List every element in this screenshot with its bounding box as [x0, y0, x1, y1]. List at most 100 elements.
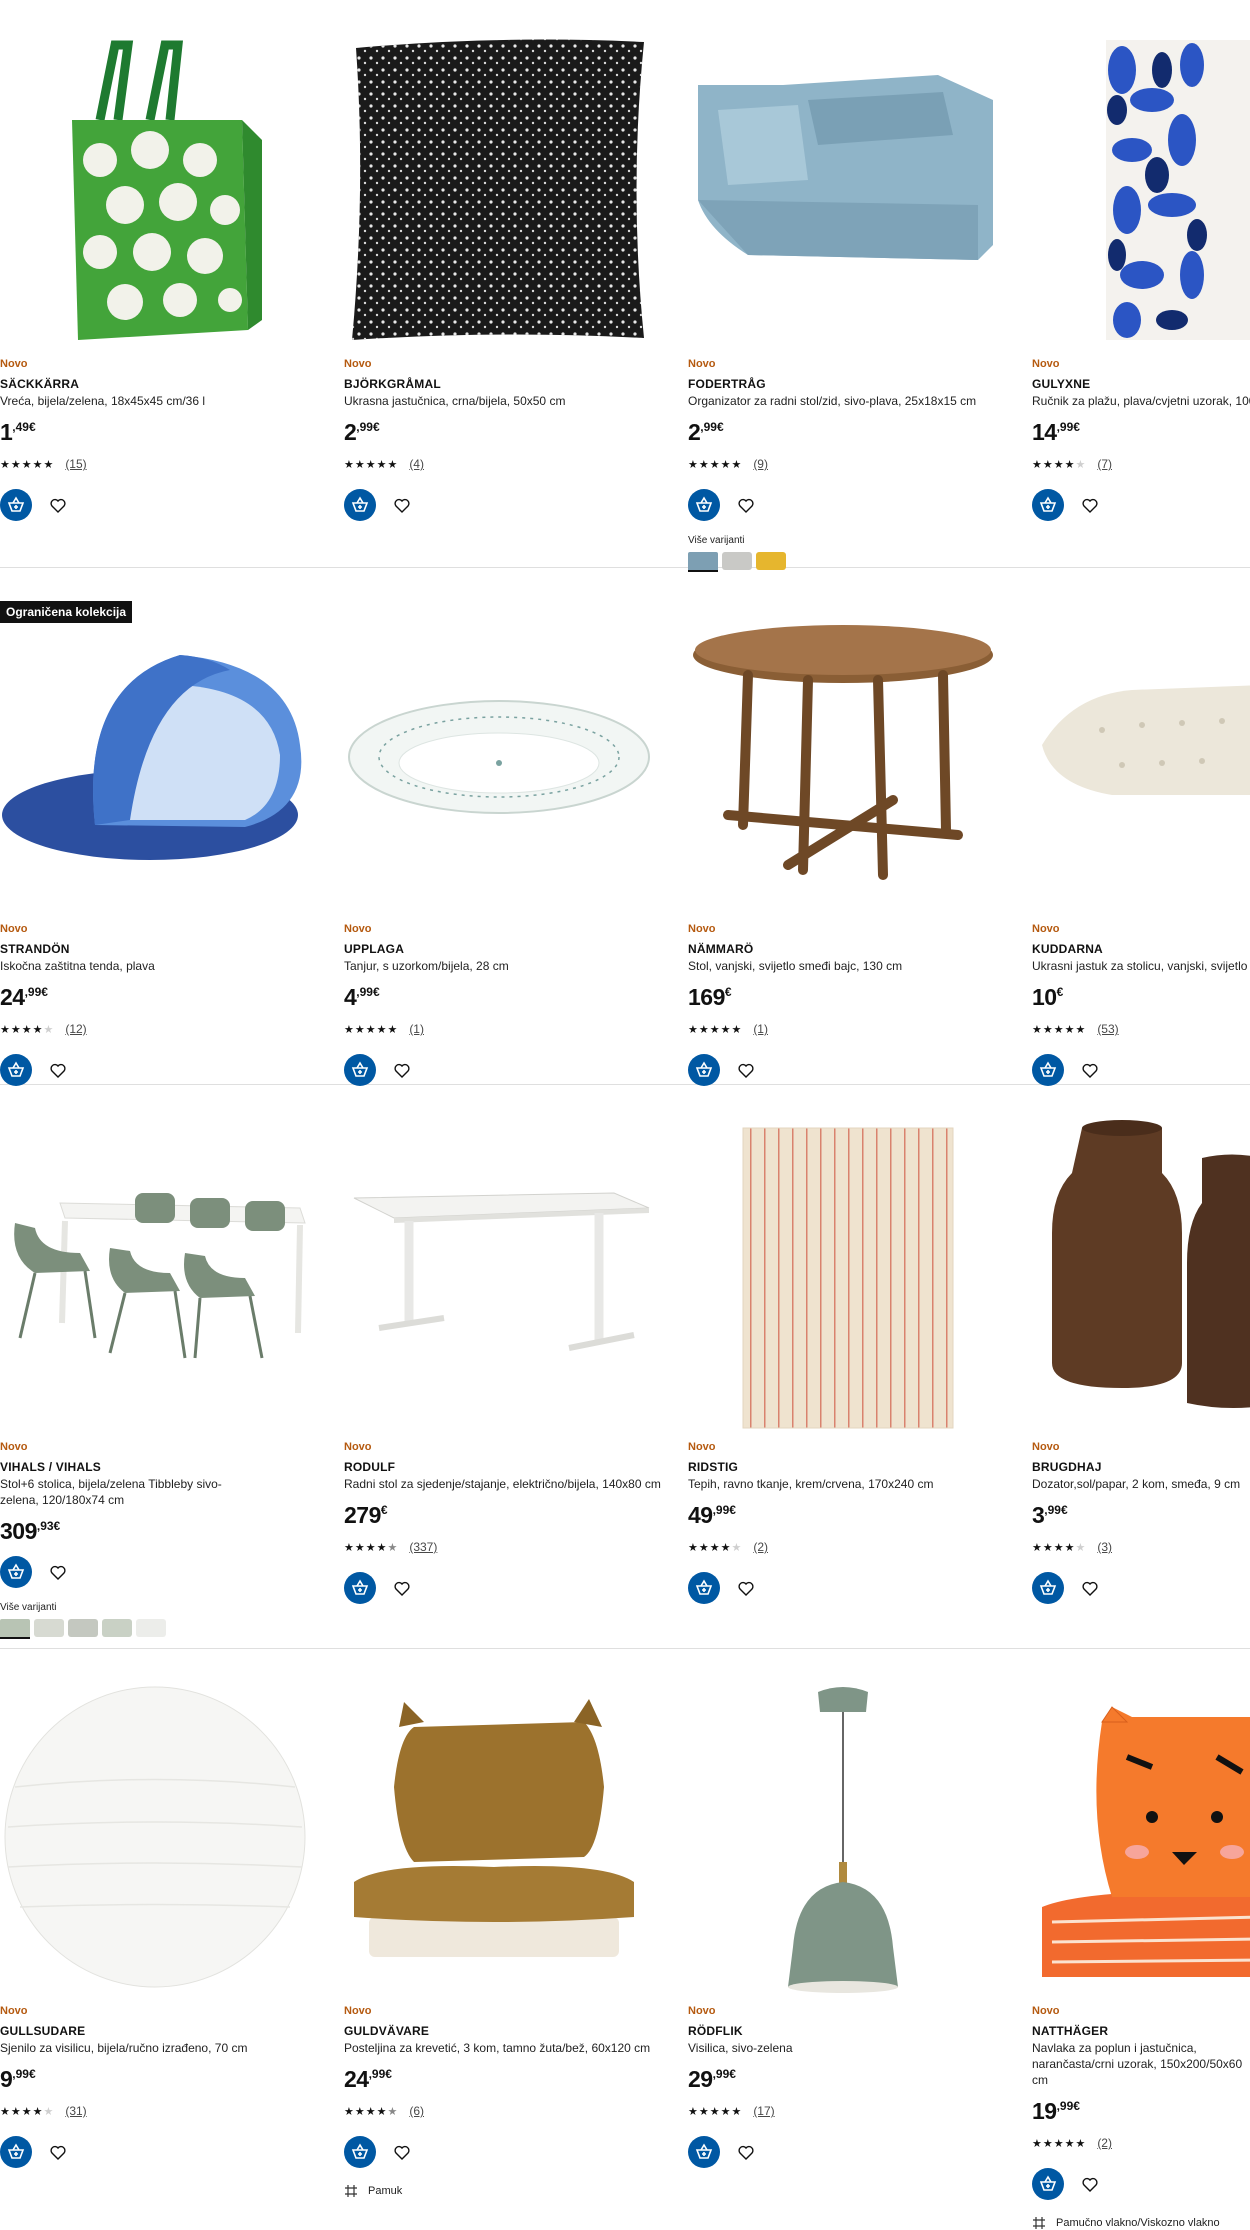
add-to-cart-button[interactable]	[344, 1572, 376, 1604]
product-name[interactable]: SÄCKKÄRRA	[0, 377, 360, 391]
rating[interactable]: ★★★★★ (31)	[0, 2104, 360, 2118]
rating[interactable]: ★★★★★ (53)	[1032, 1022, 1250, 1036]
rating[interactable]: ★★★★★ (1)	[344, 1022, 704, 1036]
favourite-button[interactable]	[392, 495, 412, 515]
variant-swatch[interactable]	[688, 552, 718, 572]
favourite-button[interactable]	[736, 1578, 756, 1598]
review-count[interactable]: (7)	[1097, 457, 1112, 471]
product-image[interactable]	[0, 30, 310, 350]
review-count[interactable]: (4)	[409, 457, 424, 471]
product-name[interactable]: NATTHÄGER	[1032, 2024, 1250, 2038]
favourite-button[interactable]	[48, 495, 68, 515]
product-image[interactable]	[344, 1677, 654, 1997]
rating[interactable]: ★★★★★ (4)	[344, 457, 704, 471]
product-name[interactable]: GULYXNE	[1032, 377, 1250, 391]
favourite-button[interactable]	[1080, 495, 1100, 515]
add-to-cart-button[interactable]	[688, 1054, 720, 1086]
review-count[interactable]: (3)	[1097, 1540, 1112, 1554]
favourite-button[interactable]	[48, 2142, 68, 2162]
add-to-cart-button[interactable]	[1032, 1572, 1064, 1604]
product-name[interactable]: VIHALS / VIHALS	[0, 1460, 360, 1474]
product-name[interactable]: FODERTRÅG	[688, 377, 1048, 391]
add-to-cart-button[interactable]	[1032, 1054, 1064, 1086]
variant-swatch[interactable]	[722, 552, 752, 570]
product-image[interactable]	[1032, 30, 1250, 350]
product-image[interactable]	[344, 595, 654, 915]
review-count[interactable]: (6)	[409, 2104, 424, 2118]
variant-swatch[interactable]	[102, 1619, 132, 1637]
rating[interactable]: ★★★★★ (1)	[688, 1022, 1048, 1036]
variant-swatch[interactable]	[0, 1619, 30, 1639]
product-image[interactable]	[0, 1677, 310, 1997]
product-name[interactable]: UPPLAGA	[344, 942, 704, 956]
review-count[interactable]: (17)	[753, 2104, 774, 2118]
review-count[interactable]: (53)	[1097, 1022, 1118, 1036]
variant-swatch[interactable]	[34, 1619, 64, 1637]
favourite-button[interactable]	[736, 2142, 756, 2162]
rating[interactable]: ★★★★★ (2)	[1032, 2136, 1250, 2150]
product-image[interactable]	[688, 595, 998, 915]
product-name[interactable]: GULDVÄVARE	[344, 2024, 704, 2038]
review-count[interactable]: (1)	[753, 1022, 768, 1036]
rating[interactable]: ★★★★★ (17)	[688, 2104, 1048, 2118]
add-to-cart-button[interactable]	[1032, 2168, 1064, 2200]
add-to-cart-button[interactable]	[344, 489, 376, 521]
product-image[interactable]	[0, 1113, 310, 1433]
review-count[interactable]: (31)	[65, 2104, 86, 2118]
rating[interactable]: ★★★★★ (2)	[688, 1540, 1048, 1554]
product-name[interactable]: NÄMMARÖ	[688, 942, 1048, 956]
add-to-cart-button[interactable]	[344, 2136, 376, 2168]
favourite-button[interactable]	[48, 1060, 68, 1080]
variant-swatch[interactable]	[68, 1619, 98, 1637]
favourite-button[interactable]	[392, 2142, 412, 2162]
review-count[interactable]: (2)	[1097, 2136, 1112, 2150]
product-image[interactable]	[688, 30, 998, 350]
review-count[interactable]: (1)	[409, 1022, 424, 1036]
add-to-cart-button[interactable]	[1032, 489, 1064, 521]
add-to-cart-button[interactable]	[344, 1054, 376, 1086]
variant-swatch[interactable]	[136, 1619, 166, 1637]
review-count[interactable]: (337)	[409, 1540, 437, 1554]
rating[interactable]: ★★★★★ (9)	[688, 457, 1048, 471]
add-to-cart-button[interactable]	[688, 2136, 720, 2168]
product-image[interactable]	[1032, 1113, 1250, 1433]
review-count[interactable]: (12)	[65, 1022, 86, 1036]
product-image[interactable]	[688, 1677, 998, 1997]
product-image[interactable]	[688, 1113, 998, 1433]
favourite-button[interactable]	[48, 1562, 68, 1582]
review-count[interactable]: (2)	[753, 1540, 768, 1554]
favourite-button[interactable]	[736, 1060, 756, 1080]
rating[interactable]: ★★★★★ (3)	[1032, 1540, 1250, 1554]
product-image[interactable]	[344, 30, 654, 350]
add-to-cart-button[interactable]	[0, 2136, 32, 2168]
variant-swatch[interactable]	[756, 552, 786, 570]
add-to-cart-button[interactable]	[0, 1556, 32, 1588]
favourite-button[interactable]	[1080, 1060, 1100, 1080]
product-name[interactable]: KUDDARNA	[1032, 942, 1250, 956]
product-name[interactable]: GULLSUDARE	[0, 2024, 360, 2038]
product-name[interactable]: RIDSTIG	[688, 1460, 1048, 1474]
review-count[interactable]: (15)	[65, 457, 86, 471]
product-image[interactable]	[1032, 1677, 1250, 1997]
product-image[interactable]	[344, 1113, 654, 1433]
review-count[interactable]: (9)	[753, 457, 768, 471]
product-image[interactable]	[0, 595, 310, 915]
rating[interactable]: ★★★★★ (15)	[0, 457, 360, 471]
favourite-button[interactable]	[1080, 2174, 1100, 2194]
product-image[interactable]	[1032, 595, 1250, 915]
product-name[interactable]: STRANDÖN	[0, 942, 360, 956]
favourite-button[interactable]	[736, 495, 756, 515]
add-to-cart-button[interactable]	[688, 1572, 720, 1604]
product-name[interactable]: RÖDFLIK	[688, 2024, 1048, 2038]
rating[interactable]: ★★★★★ (6)	[344, 2104, 704, 2118]
rating[interactable]: ★★★★★ (7)	[1032, 457, 1250, 471]
rating[interactable]: ★★★★★ (337)	[344, 1540, 704, 1554]
rating[interactable]: ★★★★★ (12)	[0, 1022, 360, 1036]
product-name[interactable]: BJÖRKGRÅMAL	[344, 377, 704, 391]
favourite-button[interactable]	[1080, 1578, 1100, 1598]
add-to-cart-button[interactable]	[0, 489, 32, 521]
add-to-cart-button[interactable]	[0, 1054, 32, 1086]
favourite-button[interactable]	[392, 1578, 412, 1598]
add-to-cart-button[interactable]	[688, 489, 720, 521]
favourite-button[interactable]	[392, 1060, 412, 1080]
